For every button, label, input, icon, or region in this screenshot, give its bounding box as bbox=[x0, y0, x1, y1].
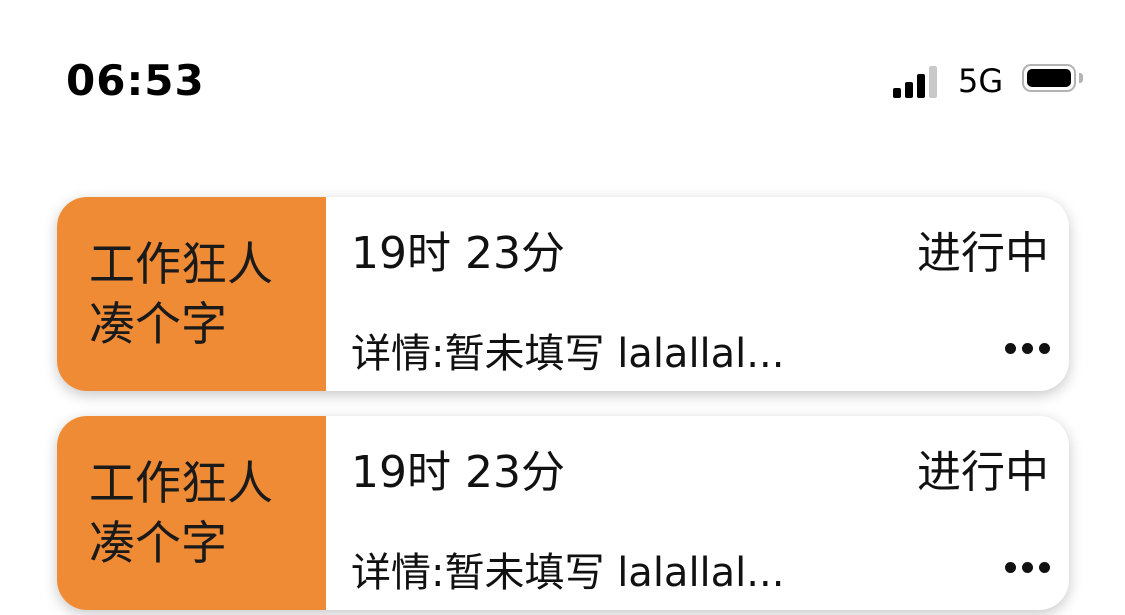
network-type: 5G bbox=[958, 62, 1004, 100]
ellipsis-dot bbox=[1005, 343, 1016, 354]
battery-nub bbox=[1079, 73, 1083, 83]
task-tag-label: 工作狂人凑个字 bbox=[89, 237, 273, 351]
task-duration: 19时 23分 bbox=[351, 447, 565, 498]
signal-bar bbox=[917, 74, 925, 98]
cellular-signal-icon bbox=[893, 64, 943, 98]
ellipsis-dot bbox=[1005, 562, 1016, 573]
task-card[interactable]: 工作狂人凑个字 19时 23分 进行中 详情:暂未填写 lalallal... bbox=[57, 416, 1069, 610]
ellipsis-dot bbox=[1022, 562, 1033, 573]
task-detail: 详情:暂未填写 lalallal... bbox=[351, 550, 785, 596]
task-status: 进行中 bbox=[917, 228, 1049, 279]
battery-fill bbox=[1027, 69, 1071, 87]
signal-bar bbox=[893, 88, 901, 98]
ellipsis-dot bbox=[1039, 562, 1050, 573]
task-card[interactable]: 工作狂人凑个字 19时 23分 进行中 详情:暂未填写 lalallal... bbox=[57, 197, 1069, 391]
ellipsis-dot bbox=[1022, 343, 1033, 354]
task-detail: 详情:暂未填写 lalallal... bbox=[351, 331, 785, 377]
task-tag: 工作狂人凑个字 bbox=[57, 416, 326, 610]
battery-icon bbox=[1022, 64, 1083, 96]
task-tag-label: 工作狂人凑个字 bbox=[89, 456, 273, 570]
app-screen: 06:53 5G 工作狂人凑个字 19时 23分 进行中 详情:暂未填写 lal… bbox=[0, 0, 1125, 615]
signal-bar bbox=[905, 82, 913, 98]
task-status: 进行中 bbox=[917, 447, 1049, 498]
ellipsis-icon[interactable] bbox=[1005, 343, 1051, 355]
task-tag: 工作狂人凑个字 bbox=[57, 197, 326, 391]
ellipsis-dot bbox=[1039, 343, 1050, 354]
status-bar: 06:53 5G bbox=[0, 0, 1125, 150]
ellipsis-icon[interactable] bbox=[1005, 562, 1051, 574]
status-time: 06:53 bbox=[66, 56, 205, 105]
signal-bar bbox=[929, 66, 937, 98]
task-duration: 19时 23分 bbox=[351, 228, 565, 279]
